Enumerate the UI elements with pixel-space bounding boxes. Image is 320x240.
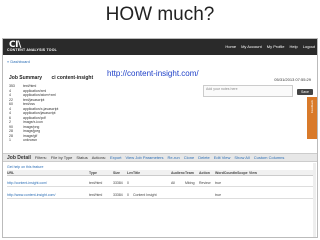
cell-wordcount: true	[215, 192, 222, 197]
action-edit-view[interactable]: Edit View	[214, 155, 231, 160]
filter-type-dropdown[interactable]: File by Type	[51, 155, 73, 160]
cell-size: 33384	[113, 180, 123, 185]
notes-textarea[interactable]: Add your notes here	[203, 85, 293, 97]
cell-title: Content Insight	[133, 192, 157, 197]
app-screenshot: CI\ CONTENT ANALYSIS TOOL Home My Accoun…	[2, 38, 318, 238]
scrollbar[interactable]	[313, 163, 316, 237]
cell-level: 0	[127, 180, 129, 185]
get-help-link[interactable]: Get help on this feature	[7, 165, 43, 169]
brand-name: CONTENT ANALYSIS TOOL	[7, 48, 57, 52]
cell-wordcount: true	[215, 180, 222, 185]
save-button[interactable]: Save	[297, 89, 313, 95]
cell-url[interactable]: http://content-insight.com/	[7, 181, 89, 185]
job-date: 05/31/2013 07:55:29	[274, 77, 311, 82]
filters-label: Filters:	[34, 155, 47, 160]
col-type[interactable]: Type	[89, 171, 113, 175]
slide-title: HOW much?	[105, 4, 215, 25]
col-audience[interactable]: Audience	[171, 171, 185, 175]
feedback-tab[interactable]: Feedback	[307, 97, 317, 139]
table-header: URL Type Size Level Title Audience Team …	[7, 170, 315, 176]
col-size[interactable]: Size	[113, 171, 127, 175]
cell-type: text/html	[89, 192, 103, 197]
action-clone[interactable]: Clone	[184, 155, 194, 160]
col-title[interactable]: Title	[133, 171, 171, 175]
action-show-all[interactable]: Show All	[234, 155, 249, 160]
action-export[interactable]: Export	[110, 155, 122, 160]
job-summary-heading: Job Summary ci content-insight	[9, 75, 93, 81]
feedback-tab-label: Feedback	[310, 100, 314, 114]
job-detail-title: Job Detail	[7, 154, 31, 161]
cell-action: Review	[199, 180, 211, 185]
url-caption: http://content-insight.com/	[107, 69, 199, 78]
cell-type: text/html	[89, 180, 103, 185]
col-wordcount[interactable]: WordCountInScope	[215, 171, 249, 175]
action-delete[interactable]: Delete	[198, 155, 210, 160]
col-team[interactable]: Team	[185, 171, 199, 175]
nav-home[interactable]: Home	[225, 44, 236, 49]
nav-help[interactable]: Help	[290, 44, 298, 49]
nav-logout[interactable]: Logout	[303, 44, 315, 49]
nav-my-profile[interactable]: My Profile	[267, 44, 285, 49]
action-rerun[interactable]: Re-run	[168, 155, 180, 160]
cell-url[interactable]: http://www.content-insight.com/	[7, 193, 89, 197]
table-row: http://www.content-insight.com/ text/htm…	[7, 191, 315, 199]
top-nav: Home My Account My Profile Help Logout	[225, 44, 315, 49]
col-action[interactable]: Action	[199, 171, 215, 175]
list-item: 1 unknown	[9, 138, 38, 142]
type-count-list: 353 text/html 4 application/xml 4 applicati…	[9, 84, 99, 143]
nav-my-account[interactable]: My Account	[241, 44, 262, 49]
col-view[interactable]: View	[249, 171, 267, 175]
top-nav-bar: CI\ CONTENT ANALYSIS TOOL Home My Accoun…	[3, 39, 317, 55]
action-custom-columns[interactable]: Custom Columns	[254, 155, 285, 160]
actions-label: Actions:	[91, 155, 106, 160]
dashboard-link[interactable]: « Dashboard	[7, 59, 30, 64]
cell-audience: All	[171, 180, 175, 185]
job-detail-toolbar: Job Detail Filters: File by Type Status …	[3, 153, 317, 162]
cell-size: 33384	[113, 192, 123, 197]
table-row: http://content-insight.com/ text/html 33…	[7, 179, 315, 187]
cell-team: Mktng	[185, 180, 195, 185]
col-url[interactable]: URL	[7, 171, 89, 175]
filter-status-dropdown[interactable]: Status	[76, 155, 87, 160]
job-site-name: ci content-insight	[51, 75, 94, 81]
action-view-job-parameters[interactable]: View Job Parameters	[126, 155, 164, 160]
job-summary-title: Job Summary	[9, 75, 43, 81]
